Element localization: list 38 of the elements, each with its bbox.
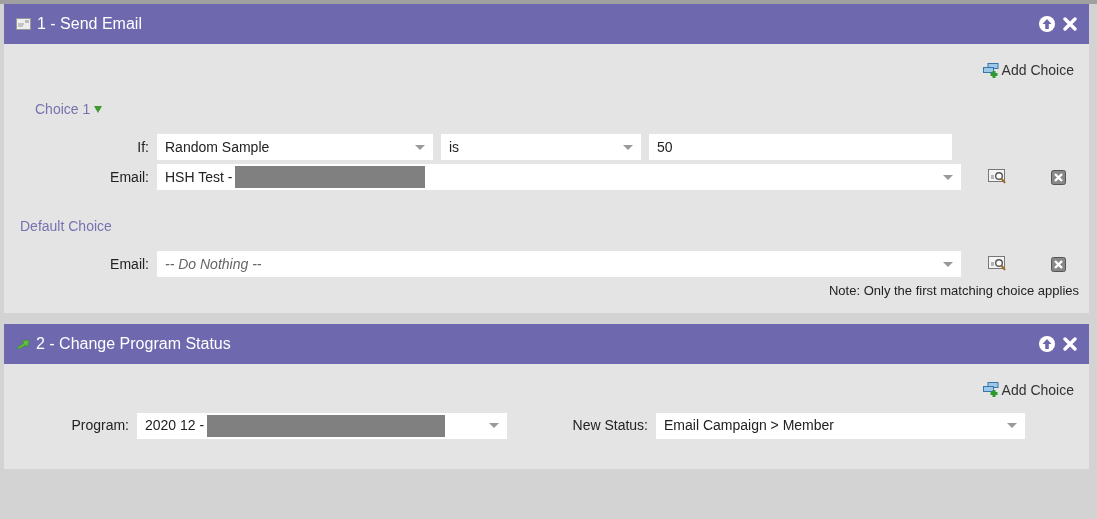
move-up-icon[interactable] — [1039, 16, 1055, 32]
caret-icon[interactable] — [94, 106, 103, 113]
close-icon[interactable] — [1063, 17, 1077, 31]
caret-icon — [943, 174, 953, 180]
caret-icon — [1007, 423, 1017, 428]
add-choice-link[interactable]: Add Choice — [982, 379, 1074, 401]
caret-icon — [489, 423, 499, 428]
field-label: New Status: — [571, 416, 648, 435]
dropdown[interactable]: HSH Test - — [157, 164, 961, 190]
preview-icon[interactable] — [988, 169, 1007, 185]
preview-icon[interactable] — [988, 256, 1007, 272]
arrow-icon — [16, 338, 30, 349]
field-label: Email: — [109, 254, 149, 274]
dropdown[interactable]: 2020 12 - — [137, 412, 507, 439]
panel-title: 2 - Change Program Status — [36, 333, 232, 354]
note-text: Note: Only the first matching choice applies — [828, 282, 1080, 300]
close-icon[interactable] — [1063, 336, 1077, 351]
add-choice-icon — [982, 62, 1000, 79]
add-choice-link[interactable]: Add Choice — [982, 60, 1074, 81]
field-label: Program: — [70, 416, 129, 435]
dropdown[interactable]: is — [441, 134, 641, 160]
envelope-icon — [16, 18, 31, 30]
panel-title: 1 - Send Email — [37, 14, 143, 34]
dropdown[interactable]: -- Do Nothing -- — [157, 251, 961, 277]
add-choice-icon — [982, 382, 1000, 398]
delete-icon[interactable] — [1051, 256, 1066, 272]
field-label: Email: — [109, 167, 149, 187]
choice-title[interactable]: Choice 1 — [35, 99, 103, 120]
caret-icon — [623, 144, 633, 150]
move-up-icon[interactable] — [1039, 335, 1055, 352]
input-field[interactable]: 50 — [649, 134, 952, 160]
dropdown[interactable]: Email Campaign > Member — [656, 412, 1025, 439]
delete-icon[interactable] — [1051, 169, 1066, 185]
caret-icon — [415, 144, 425, 150]
dropdown[interactable]: Random Sample — [157, 134, 433, 160]
default-choice-title[interactable]: Default Choice — [20, 216, 112, 237]
caret-icon — [943, 261, 953, 267]
field-label: If: — [136, 137, 149, 157]
